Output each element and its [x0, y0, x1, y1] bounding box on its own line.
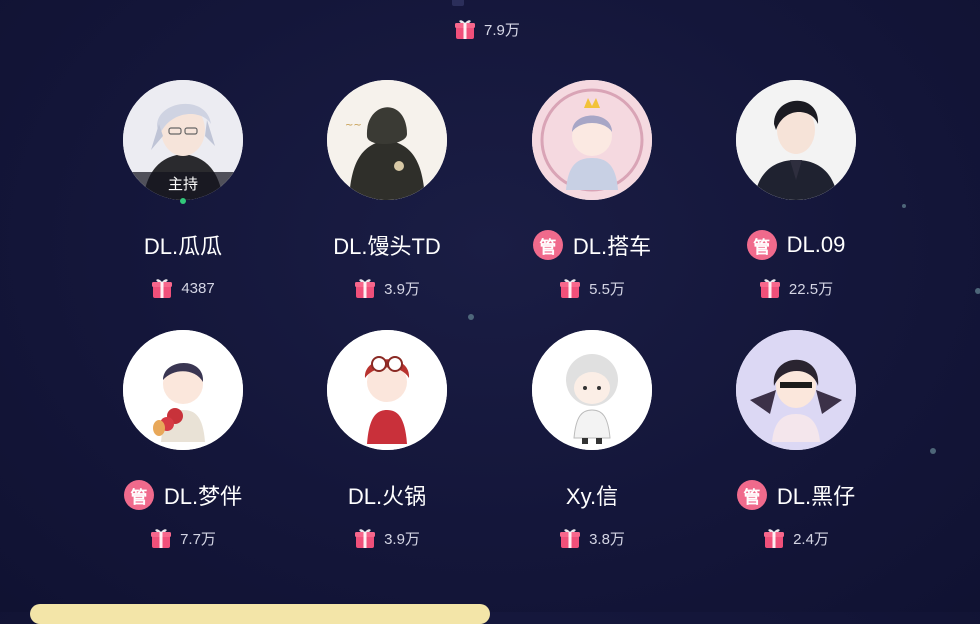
seat-gift-row: 5.5万	[482, 276, 702, 300]
seat-gift-row: 22.5万	[686, 276, 906, 300]
seat-gift-row: 4387	[73, 276, 293, 300]
seat-name-row: Xy.信	[482, 478, 702, 512]
seat-gift-row: 7.7万	[73, 526, 293, 550]
mic-seat-5[interactable]: 管 DL.梦伴 7.7万	[73, 330, 293, 560]
mic-seat-8[interactable]: 管 DL.黑仔 2.4万	[686, 330, 906, 560]
seat-gift-value: 5.5万	[589, 280, 625, 298]
seat-gift-row: 2.4万	[686, 526, 906, 550]
avatar[interactable]	[532, 80, 652, 200]
avatar[interactable]: ~~	[327, 80, 447, 200]
avatar[interactable]	[123, 330, 243, 450]
seat-gift-value: 2.4万	[793, 530, 829, 548]
gift-box-icon	[151, 277, 173, 299]
seat-name: DL.火锅	[347, 484, 427, 509]
sparkle-dot	[902, 204, 906, 208]
mic-seat-7[interactable]: Xy.信 3.8万	[482, 330, 702, 560]
svg-text:~~: ~~	[345, 120, 362, 131]
seat-gift-value: 7.7万	[180, 530, 216, 548]
avatar[interactable]	[736, 330, 856, 450]
avatar[interactable]: 主持	[123, 80, 243, 200]
bottom-notice-bar[interactable]	[30, 604, 490, 624]
gift-box-icon	[150, 527, 172, 549]
seat-name-row: 管 DL.09	[686, 228, 906, 262]
gift-box-icon	[559, 277, 581, 299]
avatar[interactable]	[327, 330, 447, 450]
seat-gift-row: 3.8万	[482, 526, 702, 550]
admin-badge: 管	[736, 480, 767, 510]
seat-name-row: DL.火锅	[277, 478, 497, 512]
seat-gift-value: 22.5万	[788, 280, 834, 298]
seat-name-row: DL.馒头TD	[277, 228, 497, 262]
seat-gift-value: 3.8万	[589, 530, 625, 548]
mic-seat-4[interactable]: 管 DL.09 22.5万	[686, 80, 906, 310]
seat-name: DL.搭车	[572, 234, 652, 259]
gift-box-icon	[354, 277, 376, 299]
sparkle-dot	[930, 448, 936, 454]
admin-badge: 管	[123, 480, 154, 510]
seat-name-row: DL.瓜瓜	[73, 228, 293, 262]
mic-seat-2[interactable]: ~~ DL.馒头TD 3.9万	[277, 80, 497, 310]
seat-gift-value: 4387	[181, 279, 215, 297]
admin-badge: 管	[532, 230, 563, 260]
seat-name: DL.09	[786, 232, 846, 257]
mic-seat-3[interactable]: 管 DL.搭车 5.5万	[482, 80, 702, 310]
avatar[interactable]	[532, 330, 652, 450]
speaking-indicator	[180, 198, 186, 204]
seat-gift-value: 3.9万	[384, 280, 420, 298]
mic-seat-grid: 主持 DL.瓜瓜 4387 ~~ DL.馒头TD 3.9万 管 DL.搭车 5.…	[0, 0, 980, 612]
seat-name: DL.馒头TD	[333, 234, 441, 259]
seat-name-row: 管 DL.梦伴	[73, 478, 293, 512]
seat-name: Xy.信	[565, 484, 619, 509]
seat-name: DL.黑仔	[776, 484, 856, 509]
sparkle-dot	[975, 288, 980, 294]
mic-seat-6[interactable]: DL.火锅 3.9万	[277, 330, 497, 560]
avatar[interactable]	[736, 80, 856, 200]
seat-name-row: 管 DL.黑仔	[686, 478, 906, 512]
seat-gift-value: 3.9万	[384, 530, 420, 548]
seat-gift-row: 3.9万	[277, 276, 497, 300]
seat-name-row: 管 DL.搭车	[482, 228, 702, 262]
admin-badge: 管	[746, 230, 777, 260]
gift-box-icon	[763, 527, 785, 549]
gift-box-icon	[759, 277, 781, 299]
sparkle-dot	[468, 314, 474, 320]
gift-box-icon	[354, 527, 376, 549]
gift-box-icon	[559, 527, 581, 549]
host-tag: 主持	[123, 172, 243, 200]
seat-name: DL.瓜瓜	[143, 234, 223, 259]
seat-name: DL.梦伴	[163, 484, 243, 509]
seat-gift-row: 3.9万	[277, 526, 497, 550]
mic-seat-1[interactable]: 主持 DL.瓜瓜 4387	[73, 80, 293, 310]
